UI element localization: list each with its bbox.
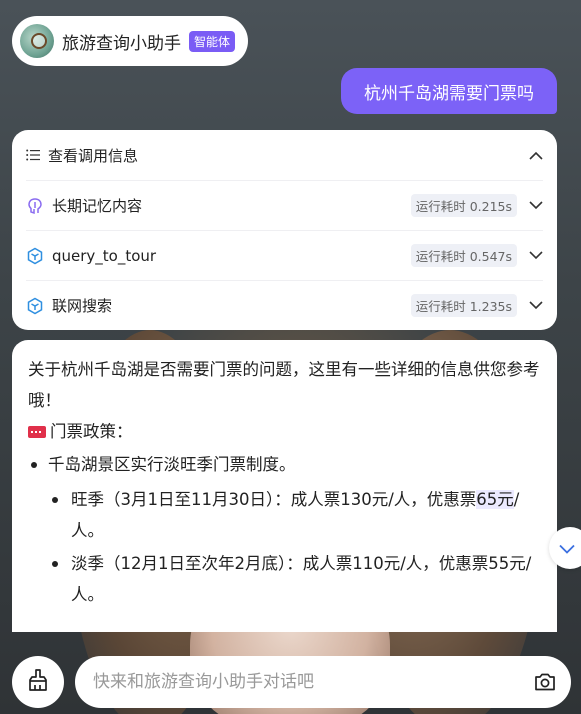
plugin-icon [26,297,44,315]
memory-icon [26,197,44,215]
agent-avatar-icon [20,24,54,58]
user-message-text: 杭州千岛湖需要门票吗 [364,83,534,104]
list-item-peak: 旺季（3月1日至11月30日）：成人票130元/人，优惠票65元/人。 [48,484,543,546]
highlight: 65 [476,490,498,509]
call-info-card: 查看调用信息 长期记忆内容 运行耗时 0.215s query_to_tour … [12,130,557,330]
policy-heading-text: 门票政策： [50,422,133,441]
camera-icon[interactable] [533,670,557,694]
call-item-time: 运行耗时 0.215s [410,194,517,217]
call-item-label: 长期记忆内容 [52,197,143,215]
call-info-title: 查看调用信息 [48,146,139,165]
tool-button[interactable] [12,656,64,708]
chat-input[interactable] [93,672,533,692]
policy-bullet-text: 千岛湖景区实行淡旺季门票制度。 [48,455,296,474]
policy-list: 千岛湖景区实行淡旺季门票制度。 旺季（3月1日至11月30日）：成人票130元/… [28,449,543,610]
call-item-web-search[interactable]: 联网搜索 运行耗时 1.235s [26,280,543,330]
chevron-down-icon[interactable] [529,299,543,313]
list-item: 千岛湖景区实行淡旺季门票制度。 旺季（3月1日至11月30日）：成人票130元/… [28,449,543,610]
assistant-answer-card: 关于杭州千岛湖是否需要门票的问题，这里有一些详细的信息供您参考哦！ 门票政策： … [12,340,557,632]
broom-icon [26,668,50,696]
plugin-icon [26,247,44,265]
agent-name: 旅游查询小助手 [62,33,181,54]
policy-heading: 门票政策： [28,416,543,447]
agent-header[interactable]: 旅游查询小助手 智能体 [12,16,248,66]
list-icon [26,149,40,161]
highlight: 元 [497,490,514,509]
chevron-down-icon[interactable] [529,249,543,263]
call-item-memory[interactable]: 长期记忆内容 运行耗时 0.215s [26,180,543,230]
chat-input-box[interactable] [75,656,571,708]
chevron-up-icon[interactable] [529,148,543,162]
answer-intro: 关于杭州千岛湖是否需要门票的问题，这里有一些详细的信息供您参考哦！ [28,360,540,410]
season-list: 旺季（3月1日至11月30日）：成人票130元/人，优惠票65元/人。 淡季（1… [48,484,543,610]
agent-badge: 智能体 [189,30,236,52]
off-peak-text: 淡季（12月1日至次年2月底）：成人票110元/人，优惠票55元/人。 [71,554,532,604]
call-item-query-to-tour[interactable]: query_to_tour 运行耗时 0.547s [26,230,543,280]
list-item-off-peak: 淡季（12月1日至次年2月底）：成人票110元/人，优惠票55元/人。 [48,548,543,610]
peak-text: 旺季（3月1日至11月30日）：成人票130元/人，优惠票 [71,490,477,509]
chevron-down-icon[interactable] [529,199,543,213]
call-item-label: query_to_tour [52,246,157,265]
call-item-time: 运行耗时 1.235s [410,294,517,317]
user-message-bubble: 杭州千岛湖需要门票吗 [341,68,557,114]
chevron-down-icon [559,539,575,558]
call-item-label: 联网搜索 [52,297,113,315]
call-item-time: 运行耗时 0.547s [410,244,517,267]
ticket-emoji-icon [28,425,46,438]
call-info-header[interactable]: 查看调用信息 [12,130,557,180]
